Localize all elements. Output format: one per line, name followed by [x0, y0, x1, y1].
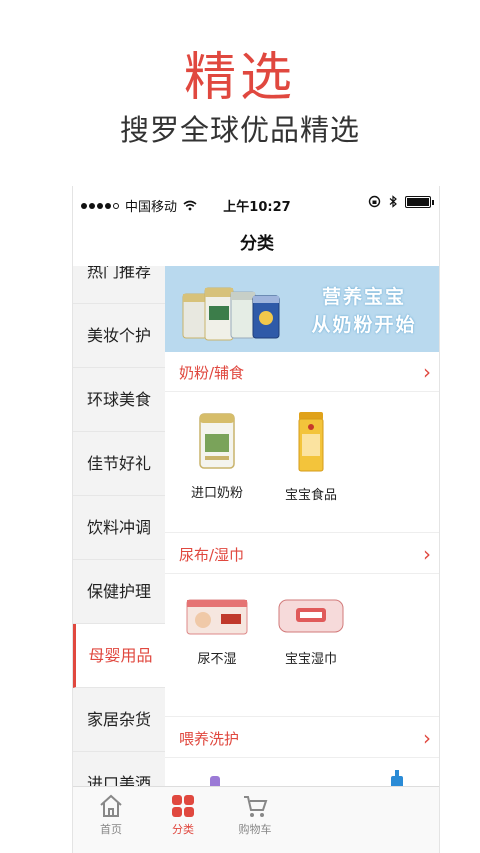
product-name: 宝宝湿巾	[284, 652, 337, 667]
section-divider	[165, 532, 439, 533]
chevron-right-icon[interactable]: ›	[423, 542, 431, 566]
section-header-feeding[interactable]: 喂养洗护 ›	[165, 718, 439, 758]
phone-screen: 中国移动 上午10:27 分类 热门推荐 美妆个护 环球美食 佳节好礼 饮料冲调	[72, 186, 440, 853]
promo-subtitle: 搜罗全球优品精选	[119, 113, 360, 147]
tab-label: 分类	[172, 823, 194, 836]
page-title: 分类	[240, 234, 274, 254]
category-sidebar: 热门推荐 美妆个护 环球美食 佳节好礼 饮料冲调 保健护理 母婴用品 家居杂货 …	[73, 266, 165, 786]
banner-line2: 从奶粉开始	[311, 314, 417, 336]
baby-snack-tube-icon	[298, 412, 324, 472]
chevron-right-icon[interactable]: ›	[423, 360, 431, 384]
section-header-diapers[interactable]: 尿布/湿巾 ›	[165, 534, 439, 574]
wet-wipes-pack-icon	[278, 599, 344, 633]
sidebar-item-beauty[interactable]: 美妆个护	[73, 304, 165, 368]
section-title: 喂养洗护	[179, 730, 240, 748]
product-name: 尿不湿	[197, 652, 237, 667]
product-name: 进口奶粉	[190, 486, 243, 501]
product-item[interactable]: 进口奶粉	[171, 412, 263, 501]
tab-home[interactable]: 首页	[75, 793, 147, 837]
section-header-formula[interactable]: 奶粉/辅食 ›	[165, 352, 439, 392]
sidebar-item-health[interactable]: 保健护理	[73, 560, 165, 624]
bluetooth-icon	[389, 195, 397, 208]
tab-category[interactable]: 分类	[147, 793, 219, 837]
tab-cart[interactable]: 购物车	[219, 793, 291, 837]
tab-label: 首页	[100, 823, 122, 836]
promo-banner[interactable]: 营养宝宝 从奶粉开始	[165, 266, 439, 352]
category-content: 营养宝宝 从奶粉开始 奶粉/辅食 › 进口奶粉 宝宝食品 尿布/湿巾 › 尿不湿…	[165, 266, 439, 786]
sidebar-item-wine[interactable]: 进口美酒	[73, 752, 165, 786]
chevron-right-icon[interactable]: ›	[423, 726, 431, 750]
bottle-product-icon	[210, 776, 220, 786]
home-icon	[100, 794, 122, 817]
sidebar-item-drinks[interactable]: 饮料冲调	[73, 496, 165, 560]
shopping-cart-icon	[244, 796, 268, 817]
sidebar-item-baby[interactable]: 母婴用品	[73, 624, 165, 688]
tab-label: 购物车	[238, 823, 272, 836]
sidebar-item-home[interactable]: 家居杂货	[73, 688, 165, 752]
tab-bar: 首页 分类 购物车	[73, 786, 439, 853]
promo-title: 精选	[183, 48, 296, 108]
milk-cans-image	[182, 287, 280, 341]
rotation-lock-icon	[368, 195, 381, 208]
product-name: 宝宝食品	[284, 488, 337, 503]
section-title: 奶粉/辅食	[179, 364, 245, 382]
category-grid-icon	[172, 795, 194, 817]
section-title: 尿布/湿巾	[179, 546, 245, 564]
product-item[interactable]: 宝宝食品	[265, 412, 357, 503]
pump-bottle-icon	[391, 770, 403, 786]
product-item[interactable]: 宝宝湿巾	[265, 596, 357, 667]
sidebar-item-hot[interactable]: 热门推荐	[73, 266, 165, 304]
sidebar-item-gifts[interactable]: 佳节好礼	[73, 432, 165, 496]
banner-line1: 营养宝宝	[321, 286, 406, 308]
diaper-pack-icon	[186, 599, 248, 635]
sidebar-item-food[interactable]: 环球美食	[73, 368, 165, 432]
battery-icon	[405, 195, 434, 208]
product-item[interactable]: 尿不湿	[171, 596, 263, 667]
section-divider	[165, 716, 439, 717]
milk-powder-can-icon	[199, 413, 235, 469]
status-bar: 中国移动 上午10:27	[73, 186, 439, 222]
